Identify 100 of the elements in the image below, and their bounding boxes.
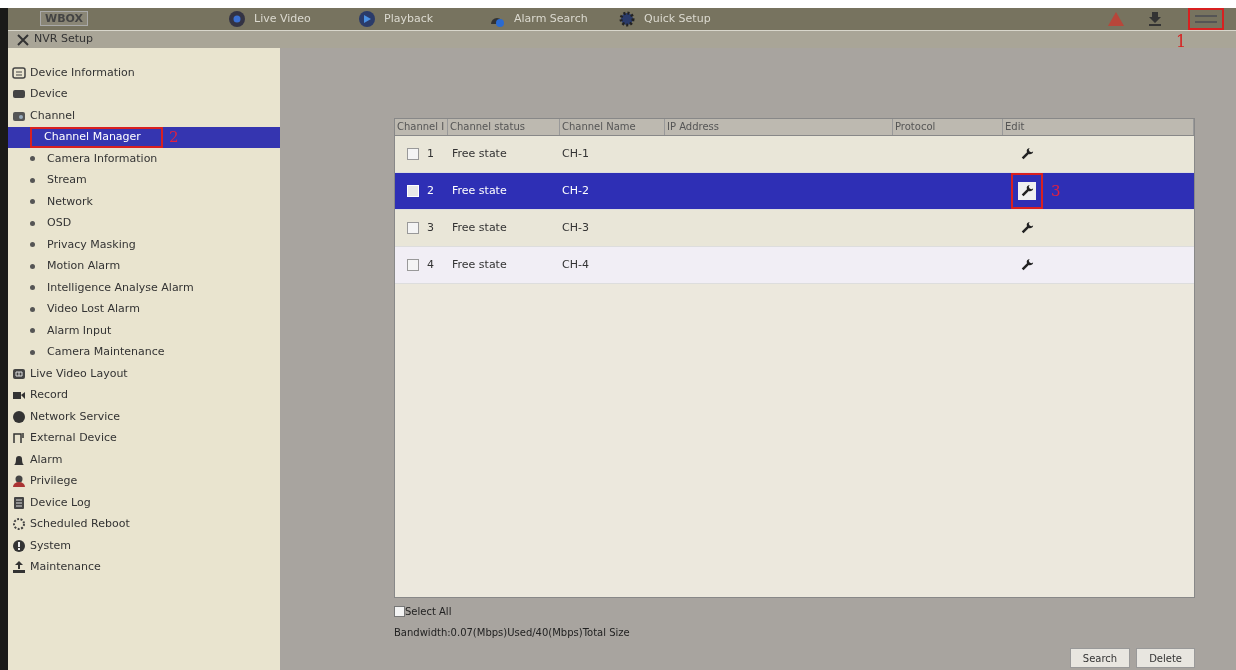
- sidebar-item[interactable]: Device Information: [30, 64, 135, 81]
- table-cell: CH-4: [562, 257, 589, 271]
- document-icon: [12, 65, 26, 80]
- checkbox[interactable]: [394, 606, 405, 617]
- column-header: Edit: [1003, 119, 1194, 135]
- table-cell: CH-1: [562, 146, 589, 160]
- sidebar-row[interactable]: Network Service: [8, 406, 280, 428]
- table-cell-text: 1: [427, 145, 434, 162]
- action-button[interactable]: Delete: [1136, 648, 1195, 668]
- exclamation-icon: [12, 538, 26, 553]
- table-cell: Free state: [452, 183, 507, 197]
- bullet-icon: [30, 263, 35, 269]
- log-icon: [12, 495, 26, 510]
- select-all-label: Select All: [405, 605, 452, 619]
- sidebar-row[interactable]: Alarm: [8, 449, 280, 471]
- sidebar-item[interactable]: Channel: [30, 107, 76, 124]
- tools-icon: [16, 32, 30, 47]
- sidebar-row[interactable]: Maintenance: [8, 556, 280, 578]
- column-header: IP Address: [665, 119, 893, 135]
- sidebar-item[interactable]: Intelligence Analyse Alarm: [47, 279, 194, 296]
- sidebar-item[interactable]: Alarm: [30, 451, 63, 468]
- checkbox[interactable]: [407, 148, 419, 160]
- column-header: Channel status: [448, 119, 560, 135]
- nav-link[interactable]: Alarm Search: [514, 10, 588, 28]
- table-row[interactable]: 3 Free state CH-3: [395, 210, 1194, 247]
- table-cell-text: 2: [427, 182, 434, 199]
- sidebar-row[interactable]: Channel: [8, 105, 280, 127]
- sidebar-item[interactable]: Live Video Layout: [30, 365, 128, 382]
- table-cell: CH-2: [562, 183, 589, 197]
- bullet-icon: [30, 242, 35, 248]
- table-cell-text: 3: [427, 219, 434, 236]
- table-row[interactable]: 4 Free state CH-4: [395, 247, 1194, 284]
- table-cell: CH-3: [562, 220, 589, 234]
- sidebar-row[interactable]: Device: [8, 83, 280, 105]
- edit-button[interactable]: [1011, 173, 1043, 209]
- sidebar-item[interactable]: Record: [30, 387, 68, 404]
- column-header: Channel Name: [560, 119, 665, 135]
- download-icon[interactable]: [1148, 12, 1162, 26]
- annotation-number: 1: [1176, 31, 1187, 53]
- sidebar-item[interactable]: Video Lost Alarm: [47, 301, 140, 318]
- nav-link[interactable]: Playback: [384, 10, 434, 28]
- sidebar-row[interactable]: Record: [8, 384, 280, 406]
- sidebar-item[interactable]: Device Log: [30, 494, 91, 511]
- sidebar-item[interactable]: OSD: [47, 215, 72, 232]
- sidebar-row[interactable]: Live Video Layout: [8, 363, 280, 385]
- sidebar-item[interactable]: Network Service: [30, 408, 121, 425]
- wrench-icon: [1020, 221, 1034, 235]
- sidebar-item[interactable]: Privacy Masking: [47, 236, 136, 253]
- user-icon: [12, 474, 26, 489]
- table-cell: Free state: [452, 257, 507, 271]
- logo: WBOX: [40, 10, 88, 26]
- upload-icon: [12, 560, 26, 575]
- bullet-icon: [30, 285, 35, 291]
- sidebar-row[interactable]: Device Information: [8, 62, 280, 84]
- sidebar-row[interactable]: Scheduled Reboot: [8, 513, 280, 535]
- checkbox[interactable]: [407, 222, 419, 234]
- column-header: Protocol: [893, 119, 1003, 135]
- bullet-icon: [30, 156, 35, 162]
- wrench-icon: [1020, 147, 1034, 161]
- wrench-icon: [1020, 184, 1034, 198]
- bullet-icon: [30, 306, 35, 312]
- sidebar-row[interactable]: Device Log: [8, 492, 280, 514]
- table-row[interactable]: 2 Free state CH-2 3: [395, 173, 1194, 210]
- table-cell: Free state: [452, 220, 507, 234]
- sidebar-item[interactable]: Scheduled Reboot: [30, 516, 130, 533]
- window-title: NVR Setup: [34, 31, 93, 48]
- nav-link[interactable]: Live Video: [254, 10, 311, 28]
- sidebar-item[interactable]: Privilege: [30, 473, 78, 490]
- annotation-number: 3: [1051, 180, 1061, 202]
- sidebar-item[interactable]: Network: [47, 193, 93, 210]
- action-button[interactable]: Search: [1069, 648, 1131, 668]
- sidebar-item[interactable]: Channel Manager: [30, 127, 163, 148]
- sidebar-row[interactable]: External Device: [8, 427, 280, 449]
- sidebar-item[interactable]: Motion Alarm: [47, 258, 121, 275]
- table-cell-text: 4: [427, 256, 434, 273]
- sidebar-item[interactable]: External Device: [30, 430, 117, 447]
- table-row[interactable]: 1 Free state CH-1: [395, 136, 1194, 173]
- sidebar-item[interactable]: Device: [30, 86, 68, 103]
- sidebar-item[interactable]: Camera Information: [47, 150, 158, 167]
- bandwidth-text: Bandwidth:0.07(Mbps)Used/40(Mbps)Total Size: [394, 626, 631, 640]
- bullet-icon: [30, 177, 35, 183]
- wrench-icon: [1020, 258, 1034, 272]
- bullet-icon: [30, 220, 35, 226]
- sidebar-row[interactable]: Privilege: [8, 470, 280, 492]
- grid-icon: [12, 366, 26, 381]
- device-icon: [12, 431, 26, 446]
- sidebar-item[interactable]: Camera Maintenance: [47, 344, 165, 361]
- nav-link[interactable]: Quick Setup: [644, 10, 711, 28]
- sidebar-row[interactable]: System: [8, 535, 280, 557]
- sidebar-item[interactable]: Maintenance: [30, 559, 101, 576]
- camera-icon[interactable]: [228, 10, 246, 28]
- checkbox[interactable]: [407, 259, 419, 271]
- bullet-icon: [30, 199, 35, 205]
- sidebar-item[interactable]: System: [30, 537, 72, 554]
- playback-icon[interactable]: [358, 10, 376, 28]
- sidebar-item[interactable]: Stream: [47, 172, 87, 189]
- sidebar-item[interactable]: Alarm Input: [47, 322, 112, 339]
- table-cell: Free state: [452, 146, 507, 160]
- column-header: Channel I: [395, 119, 448, 135]
- bullet-icon: [30, 328, 35, 334]
